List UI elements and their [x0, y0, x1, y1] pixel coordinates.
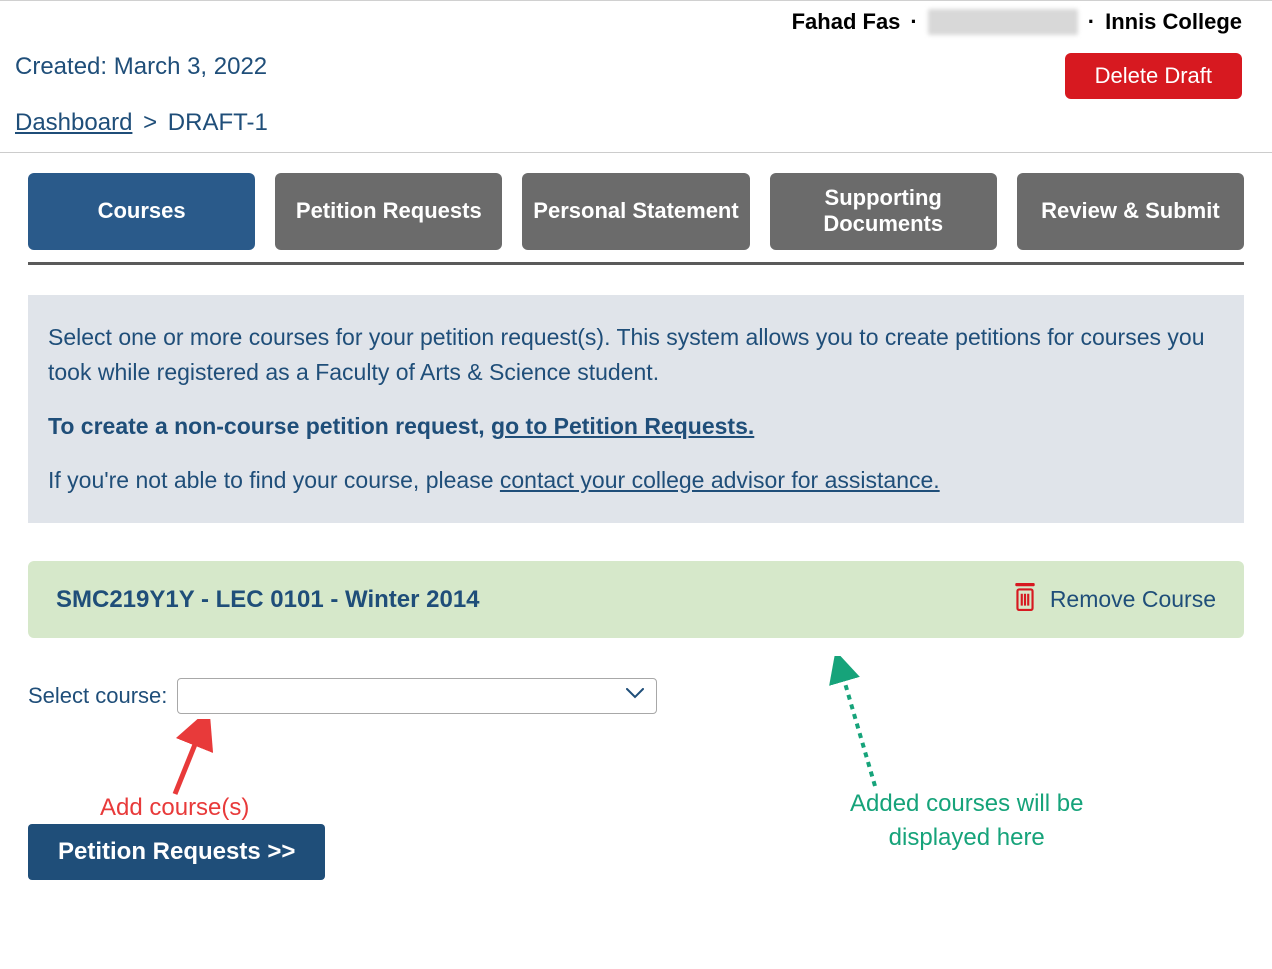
tab-review-submit[interactable]: Review & Submit	[1017, 173, 1244, 250]
tab-petition-requests[interactable]: Petition Requests	[275, 173, 502, 250]
delete-draft-button[interactable]: Delete Draft	[1065, 53, 1242, 99]
info-text-contact: If you're not able to find your course, …	[48, 463, 1224, 499]
breadcrumb-current: DRAFT-1	[168, 109, 268, 136]
select-course-dropdown[interactable]	[177, 678, 657, 714]
petition-requests-next-button[interactable]: Petition Requests >>	[28, 824, 325, 880]
select-course-label: Select course:	[28, 683, 167, 709]
tab-underline	[28, 262, 1244, 265]
course-title: SMC219Y1Y - LEC 0101 - Winter 2014	[56, 586, 480, 614]
select-course-row: Select course:	[0, 638, 1272, 714]
user-name: Fahad Fas	[792, 9, 901, 35]
info-row: Created: March 3, 2022 Delete Draft	[0, 43, 1272, 104]
breadcrumb-separator: >	[143, 109, 157, 136]
info-box: Select one or more courses for your peti…	[28, 295, 1244, 524]
redacted-id: XXXXXXXX	[928, 9, 1078, 35]
green-arrow-icon	[820, 656, 890, 801]
remove-course-label: Remove Course	[1050, 586, 1216, 613]
tab-supporting-documents[interactable]: Supporting Documents	[770, 173, 997, 250]
chevron-down-icon	[626, 687, 644, 705]
breadcrumb: Dashboard > DRAFT-1	[0, 104, 1272, 153]
tab-personal-statement[interactable]: Personal Statement	[522, 173, 749, 250]
college-name: Innis College	[1105, 9, 1242, 35]
tab-courses[interactable]: Courses	[28, 173, 255, 250]
breadcrumb-dashboard-link[interactable]: Dashboard	[15, 109, 132, 136]
contact-advisor-link[interactable]: contact your college advisor for assista…	[500, 467, 940, 493]
separator-dot: ·	[1088, 9, 1095, 35]
info-text-noncourse: To create a non-course petition request,…	[48, 409, 1224, 445]
user-header: Fahad Fas · XXXXXXXX · Innis College	[0, 0, 1272, 43]
annotation-add-courses: Add course(s)	[100, 794, 249, 822]
trash-icon	[1012, 583, 1038, 616]
created-date: Created: March 3, 2022	[15, 53, 267, 81]
remove-course-button[interactable]: Remove Course	[1012, 583, 1216, 616]
annotation-added-courses: Added courses will be displayed here	[850, 787, 1083, 854]
annotation-area: Add course(s) Added courses will be disp…	[0, 714, 1272, 824]
red-arrow-icon	[160, 719, 220, 804]
go-to-petition-requests-link[interactable]: go to Petition Requests.	[491, 413, 754, 439]
separator-dot: ·	[910, 9, 917, 35]
course-card: SMC219Y1Y - LEC 0101 - Winter 2014 Remov…	[28, 561, 1244, 638]
info-text-intro: Select one or more courses for your peti…	[48, 320, 1224, 391]
tab-row: Courses Petition Requests Personal State…	[0, 153, 1272, 250]
